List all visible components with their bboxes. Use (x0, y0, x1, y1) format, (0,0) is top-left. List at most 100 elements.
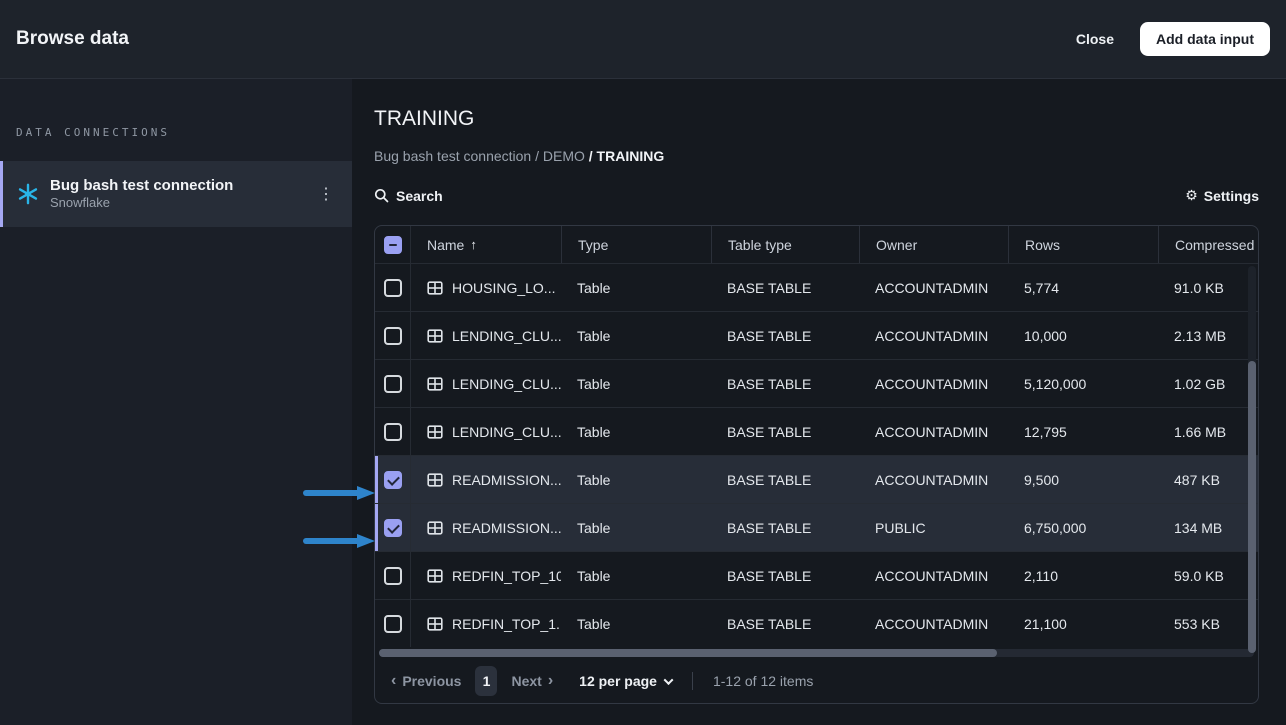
table-name-text: HOUSING_LO... (452, 280, 555, 296)
search-row: Search ⚙ Settings (374, 187, 1259, 204)
table-name-text: REDFIN_TOP_1... (452, 616, 561, 632)
cell-rows: 21,100 (1008, 616, 1158, 632)
breadcrumb-prefix[interactable]: Bug bash test connection / DEMO (374, 148, 589, 164)
column-header-type[interactable]: Type (561, 226, 711, 263)
cell-type: Table (561, 616, 711, 632)
breadcrumb-current: / TRAINING (589, 148, 664, 164)
row-checkbox-cell (375, 264, 411, 311)
cell-compressed: 487 KB (1158, 472, 1258, 488)
settings-button[interactable]: ⚙ Settings (1185, 187, 1259, 204)
table-name-text: LENDING_CLU... (452, 424, 561, 440)
table-row[interactable]: REDFIN_TOP_10 Table BASE TABLE ACCOUNTAD… (375, 551, 1258, 599)
column-header-compressed[interactable]: Compressed (1158, 226, 1258, 263)
cell-owner: ACCOUNTADMIN (859, 280, 1008, 296)
table-grid-icon (427, 280, 443, 296)
cell-owner: ACCOUNTADMIN (859, 472, 1008, 488)
cell-table-type: BASE TABLE (711, 328, 859, 344)
column-header-owner[interactable]: Owner (859, 226, 1008, 263)
cell-compressed: 91.0 KB (1158, 280, 1258, 296)
cell-type: Table (561, 328, 711, 344)
cell-name[interactable]: LENDING_CLU... (411, 376, 561, 392)
cell-type: Table (561, 472, 711, 488)
row-checkbox[interactable] (384, 471, 402, 489)
search-label: Search (396, 188, 443, 204)
table-grid-icon (427, 616, 443, 632)
cell-table-type: BASE TABLE (711, 472, 859, 488)
close-button[interactable]: Close (1076, 31, 1114, 47)
row-checkbox[interactable] (384, 615, 402, 633)
table-name-text: READMISSION... (452, 472, 561, 488)
previous-page-button[interactable]: ‹ Previous (391, 673, 461, 689)
topbar: Browse data Close Add data input (0, 0, 1286, 79)
table-row[interactable]: HOUSING_LO... Table BASE TABLE ACCOUNTAD… (375, 263, 1258, 311)
table-row[interactable]: REDFIN_TOP_1... Table BASE TABLE ACCOUNT… (375, 599, 1258, 647)
horizontal-scrollbar[interactable] (379, 649, 1254, 657)
column-header-table-type[interactable]: Table type (711, 226, 859, 263)
cell-rows: 6,750,000 (1008, 520, 1158, 536)
cell-name[interactable]: LENDING_CLU... (411, 424, 561, 440)
connection-name: Bug bash test connection (50, 177, 314, 195)
row-checkbox[interactable] (384, 567, 402, 585)
cell-type: Table (561, 424, 711, 440)
kebab-menu-icon[interactable]: ⋮ (314, 184, 338, 204)
cell-name[interactable]: READMISSION... (411, 472, 561, 488)
table-row[interactable]: LENDING_CLU... Table BASE TABLE ACCOUNTA… (375, 359, 1258, 407)
row-checkbox[interactable] (384, 327, 402, 345)
search-input[interactable]: Search (374, 188, 443, 204)
horizontal-scrollbar-thumb[interactable] (379, 649, 997, 657)
pagination: ‹ Previous 1 Next › 12 per page 1-12 of … (375, 659, 1258, 703)
table-row[interactable]: READMISSION... Table BASE TABLE ACCOUNTA… (375, 455, 1258, 503)
table-name-text: REDFIN_TOP_10 (452, 568, 561, 584)
table-grid-icon (427, 568, 443, 584)
pagination-divider (692, 672, 693, 690)
items-range-label: 1-12 of 12 items (713, 673, 813, 689)
cell-rows: 5,774 (1008, 280, 1158, 296)
browse-data-modal: Browse data Close Add data input DATA CO… (0, 0, 1286, 725)
cell-name[interactable]: REDFIN_TOP_10 (411, 568, 561, 584)
cell-table-type: BASE TABLE (711, 568, 859, 584)
table-row[interactable]: LENDING_CLU... Table BASE TABLE ACCOUNTA… (375, 407, 1258, 455)
row-checkbox-cell (375, 600, 411, 647)
add-data-input-button[interactable]: Add data input (1140, 22, 1270, 56)
current-page-button[interactable]: 1 (475, 666, 497, 696)
row-checkbox[interactable] (384, 375, 402, 393)
body: DATA CONNECTIONS Bug bash test connectio… (0, 79, 1286, 725)
cell-name[interactable]: READMISSION... (411, 520, 561, 536)
cell-compressed: 1.66 MB (1158, 424, 1258, 440)
row-checkbox[interactable] (384, 519, 402, 537)
cell-table-type: BASE TABLE (711, 424, 859, 440)
cell-name[interactable]: HOUSING_LO... (411, 280, 561, 296)
vertical-scrollbar[interactable] (1248, 266, 1256, 645)
table-header-row: Name ↑ Type Table type Owner Rows Compre… (375, 226, 1258, 263)
cell-owner: ACCOUNTADMIN (859, 568, 1008, 584)
gear-icon: ⚙ (1185, 187, 1198, 204)
cell-table-type: BASE TABLE (711, 520, 859, 536)
cell-table-type: BASE TABLE (711, 616, 859, 632)
cell-compressed: 2.13 MB (1158, 328, 1258, 344)
row-checkbox[interactable] (384, 423, 402, 441)
column-header-name[interactable]: Name ↑ (411, 226, 561, 263)
sidebar-item-connection[interactable]: Bug bash test connection Snowflake ⋮ (0, 161, 352, 227)
vertical-scrollbar-thumb[interactable] (1248, 361, 1256, 653)
data-connections-label: DATA CONNECTIONS (0, 126, 352, 139)
next-page-button[interactable]: Next › (511, 673, 553, 689)
table-grid-icon (427, 472, 443, 488)
chevron-down-icon (664, 675, 674, 685)
snowflake-icon (17, 183, 39, 205)
data-table: Name ↑ Type Table type Owner Rows Compre… (374, 225, 1259, 704)
sidebar: DATA CONNECTIONS Bug bash test connectio… (0, 79, 352, 725)
cell-owner: ACCOUNTADMIN (859, 376, 1008, 392)
breadcrumb: Bug bash test connection / DEMO / TRAINI… (374, 148, 1286, 164)
table-row[interactable]: LENDING_CLU... Table BASE TABLE ACCOUNTA… (375, 311, 1258, 359)
cell-rows: 10,000 (1008, 328, 1158, 344)
row-checkbox-cell (375, 360, 411, 407)
row-checkbox[interactable] (384, 279, 402, 297)
cell-table-type: BASE TABLE (711, 376, 859, 392)
cell-name[interactable]: LENDING_CLU... (411, 328, 561, 344)
cell-compressed: 59.0 KB (1158, 568, 1258, 584)
cell-name[interactable]: REDFIN_TOP_1... (411, 616, 561, 632)
page-size-dropdown[interactable]: 12 per page (579, 673, 672, 689)
select-all-checkbox[interactable] (384, 236, 402, 254)
column-header-rows[interactable]: Rows (1008, 226, 1158, 263)
table-row[interactable]: READMISSION... Table BASE TABLE PUBLIC 6… (375, 503, 1258, 551)
